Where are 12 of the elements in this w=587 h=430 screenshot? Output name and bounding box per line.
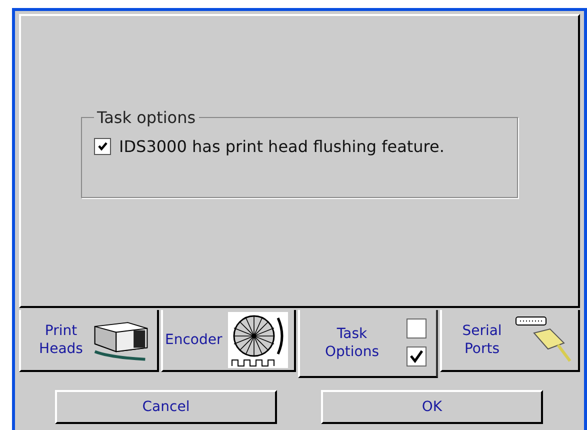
tab[interactable]: Serial Ports xyxy=(440,310,580,372)
group-title: Task options xyxy=(96,108,197,127)
dialog-button[interactable]: OK xyxy=(321,390,543,424)
serial-cable-icon xyxy=(514,315,572,365)
check-mark-icon xyxy=(96,140,109,153)
tab[interactable]: Encoder xyxy=(161,310,296,372)
tab[interactable]: Task Options xyxy=(298,310,438,378)
tab[interactable]: Print Heads xyxy=(19,310,159,372)
checkbox[interactable] xyxy=(94,138,111,155)
dialog-button[interactable]: Cancel xyxy=(55,390,277,424)
encoder-wheel-icon xyxy=(228,312,288,368)
checkbox-label: IDS3000 has print head flushing feature. xyxy=(119,137,444,156)
